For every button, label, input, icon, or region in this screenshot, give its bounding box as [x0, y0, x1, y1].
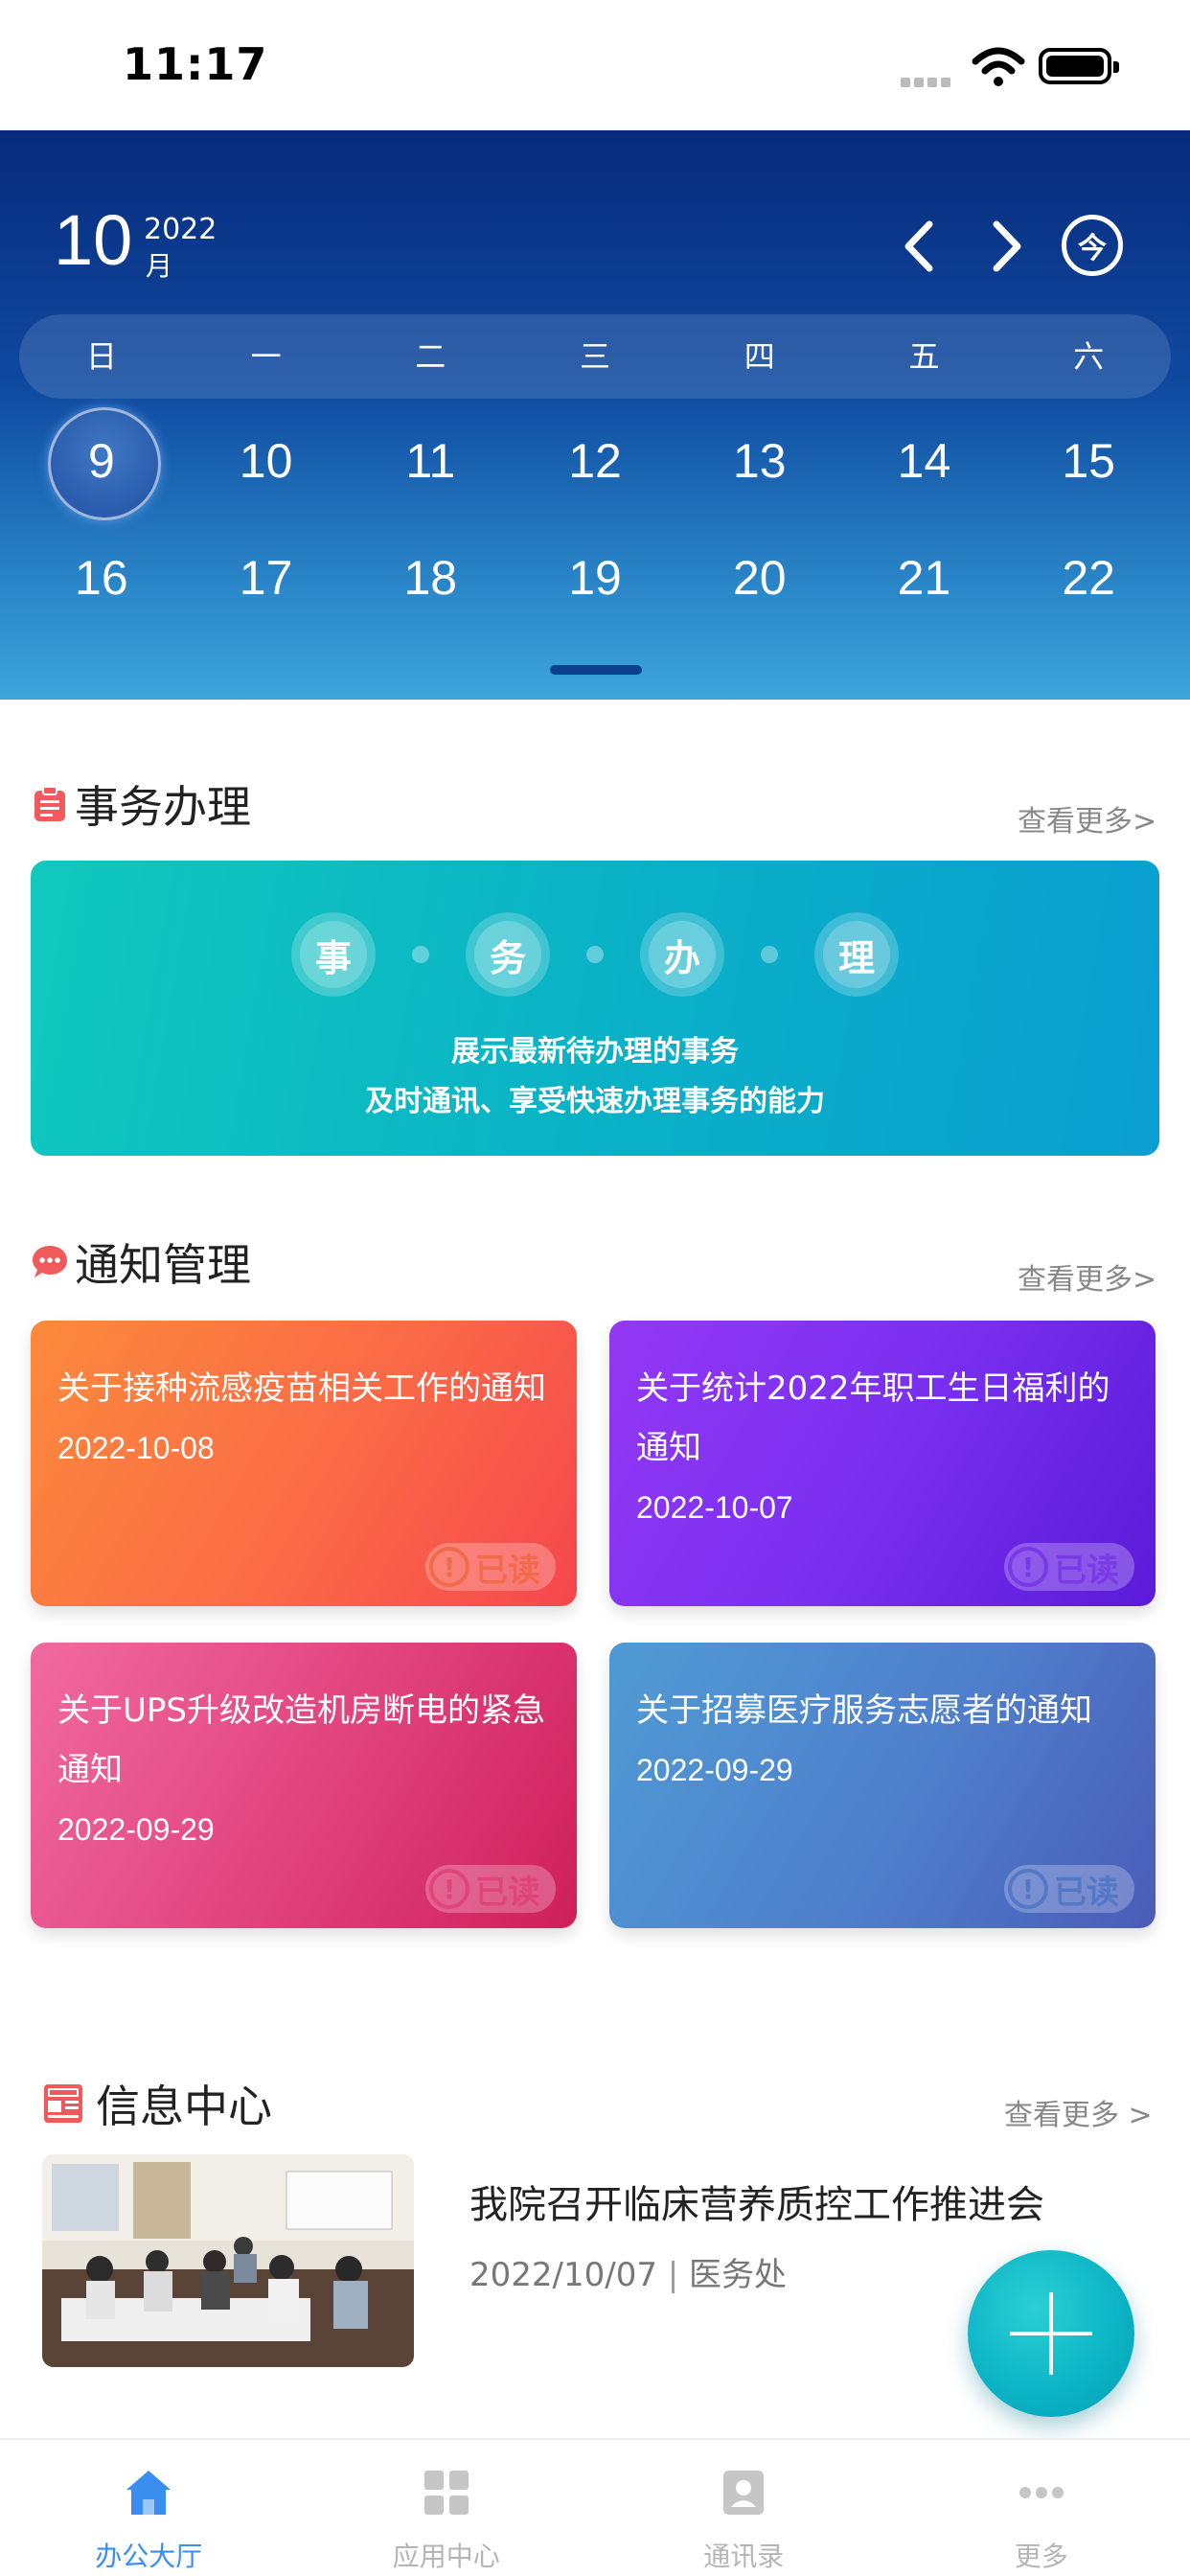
tab-more[interactable]: 更多: [893, 2440, 1190, 2576]
tab-office-hall[interactable]: 办公大厅: [0, 2440, 298, 2576]
notices-more-link[interactable]: 查看更多>: [1018, 1255, 1156, 1298]
tab-label: 应用中心: [392, 2541, 500, 2572]
notice-title: 关于招募医疗服务志愿者的通知: [636, 1691, 1092, 1730]
read-status-badge: ! 已读: [1004, 1865, 1134, 1913]
calendar-day[interactable]: 12: [513, 433, 677, 489]
clipboard-icon: [34, 786, 65, 821]
calendar-day[interactable]: 14: [842, 433, 1007, 489]
tasks-banner[interactable]: 事 务 办 理 展示最新待办理的事务 及时通讯、享受快速办理事务的能力: [31, 861, 1159, 1156]
banner-dot: [586, 946, 604, 963]
tab-label: 办公大厅: [95, 2541, 203, 2572]
calendar-year: 2022: [144, 213, 217, 246]
tasks-more-link[interactable]: 查看更多>: [1018, 797, 1156, 840]
calendar-day[interactable]: 10: [184, 433, 349, 489]
notice-card[interactable]: 关于招募医疗服务志愿者的通知 2022-09-29 ! 已读: [609, 1643, 1156, 1928]
banner-char: 事: [291, 912, 376, 997]
contacts-icon: [723, 2471, 765, 2515]
calendar-day[interactable]: 16: [19, 550, 184, 606]
add-fab-button[interactable]: [968, 2250, 1134, 2417]
cellular-signal-icon: [901, 73, 958, 87]
chat-bubble-icon: [33, 1246, 67, 1277]
home-icon: [126, 2471, 172, 2515]
banner-dot: [412, 946, 429, 963]
weekday-label: 三: [580, 338, 611, 375]
tasks-banner-line1: 展示最新待办理的事务: [451, 1035, 739, 1069]
notices-section-title: 通知管理: [31, 1230, 251, 1294]
calendar-day[interactable]: 22: [1006, 550, 1171, 606]
weekday-label: 四: [744, 338, 775, 375]
notice-card[interactable]: 关于UPS升级改造机房断电的紧急通知 2022-09-29 ! 已读: [31, 1643, 577, 1928]
calendar-header: 10 2022 月 今 日 一 二 三 四 五 六 9 10 11 12 13 …: [0, 130, 1190, 700]
weekday-header: 日 一 二 三 四 五 六: [19, 314, 1171, 399]
calendar-day[interactable]: 13: [677, 433, 842, 489]
calendar-day[interactable]: 19: [513, 550, 677, 606]
prev-month-button[interactable]: [891, 213, 949, 280]
banner-dot: [761, 946, 778, 963]
notice-date: 2022-09-29: [636, 1753, 793, 1787]
newspaper-icon: [44, 2084, 82, 2123]
calendar-month-unit: 月: [146, 250, 173, 282]
tab-app-center[interactable]: 应用中心: [298, 2440, 596, 2576]
status-time: 11:17: [123, 38, 268, 90]
next-month-button[interactable]: [977, 213, 1035, 280]
read-status-badge: ! 已读: [1004, 1543, 1134, 1591]
exclamation-icon: !: [1008, 1547, 1048, 1587]
bottom-tab-bar: 办公大厅 应用中心 通讯录 更多: [0, 2438, 1190, 2576]
calendar-day[interactable]: 11: [348, 433, 513, 489]
notice-card[interactable]: 关于接种流感疫苗相关工作的通知 2022-10-08 ! 已读: [31, 1321, 577, 1606]
weekday-label: 一: [250, 338, 282, 375]
calendar-week-row: 16 17 18 19 20 21 22: [19, 550, 1171, 606]
news-department: 医务处: [689, 2256, 788, 2294]
grid-icon: [423, 2471, 469, 2515]
tasks-banner-chars: 事 务 办 理: [31, 912, 1159, 997]
exclamation-icon: !: [429, 1547, 469, 1587]
weekday-label: 六: [1073, 338, 1105, 375]
notice-date: 2022-09-29: [57, 1812, 215, 1847]
status-bar: 11:17: [0, 0, 1190, 130]
news-date: 2022/10/07: [469, 2256, 657, 2294]
tab-label: 更多: [1014, 2541, 1068, 2572]
notice-title: 关于统计2022年职工生日福利的通知: [636, 1369, 1110, 1467]
tab-contacts[interactable]: 通讯录: [595, 2440, 893, 2576]
news-meta-separator: |: [667, 2256, 690, 2294]
notice-card[interactable]: 关于统计2022年职工生日福利的通知 2022-10-07 ! 已读: [609, 1321, 1156, 1606]
banner-char: 办: [640, 912, 724, 997]
calendar-week-row: 9 10 11 12 13 14 15: [19, 407, 1171, 520]
exclamation-icon: !: [429, 1869, 469, 1909]
more-dots-icon: [1018, 2487, 1064, 2498]
weekday-label: 二: [415, 338, 446, 375]
wifi-icon: [972, 47, 1025, 86]
calendar-day[interactable]: 18: [348, 550, 513, 606]
news-title: 我院召开临床营养质控工作推进会: [469, 2183, 1044, 2227]
tab-label: 通讯录: [703, 2541, 785, 2572]
calendar-day[interactable]: 17: [184, 550, 349, 606]
weekday-label: 日: [85, 338, 117, 375]
exclamation-icon: !: [1008, 1869, 1048, 1909]
read-status-badge: ! 已读: [425, 1543, 556, 1591]
battery-icon: [1039, 48, 1119, 84]
calendar-expand-handle[interactable]: [550, 665, 642, 675]
calendar-day[interactable]: 15: [1006, 433, 1171, 489]
calendar-day[interactable]: 21: [842, 550, 1007, 606]
news-thumbnail: [42, 2154, 414, 2367]
notice-date: 2022-10-08: [57, 1431, 215, 1465]
weekday-label: 五: [908, 338, 940, 375]
tasks-section-title: 事务办理: [31, 772, 251, 836]
banner-char: 务: [466, 912, 550, 997]
read-status-badge: ! 已读: [425, 1865, 556, 1913]
today-button[interactable]: 今: [1062, 215, 1123, 276]
notice-date: 2022-10-07: [636, 1490, 793, 1525]
calendar-day-selected[interactable]: 9: [19, 407, 184, 520]
news-meta: 2022/10/07 | 医务处: [469, 2248, 787, 2295]
notice-title: 关于UPS升级改造机房断电的紧急通知: [57, 1691, 545, 1789]
banner-char: 理: [814, 912, 899, 997]
notice-title: 关于接种流感疫苗相关工作的通知: [57, 1369, 546, 1408]
calendar-month: 10: [54, 200, 133, 280]
info-section-title: 信息中心: [42, 2072, 272, 2135]
calendar-day[interactable]: 20: [677, 550, 842, 606]
info-more-link[interactable]: 查看更多 >: [1004, 2091, 1153, 2133]
tasks-banner-line2: 及时通讯、享受快速办理事务的能力: [365, 1085, 825, 1118]
